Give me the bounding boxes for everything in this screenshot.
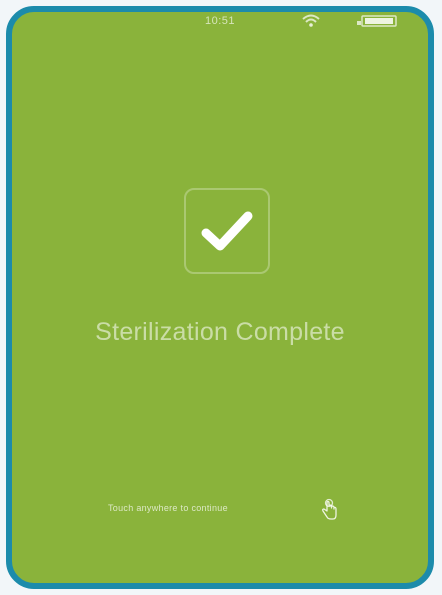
status-time: 10:51 [205,15,236,27]
device-screen[interactable]: 10:51 Sterilization Complete Touch anywh… [6,6,434,589]
status-bar: 10:51 [12,12,428,38]
status-title: Sterilization Complete [95,318,345,346]
wifi-icon [302,14,320,27]
hand-touch-icon [322,498,337,520]
success-check-box [184,188,270,274]
battery-icon [357,15,397,27]
continue-prompt: Touch anywhere to continue [108,503,228,513]
checkmark-icon [201,211,253,251]
